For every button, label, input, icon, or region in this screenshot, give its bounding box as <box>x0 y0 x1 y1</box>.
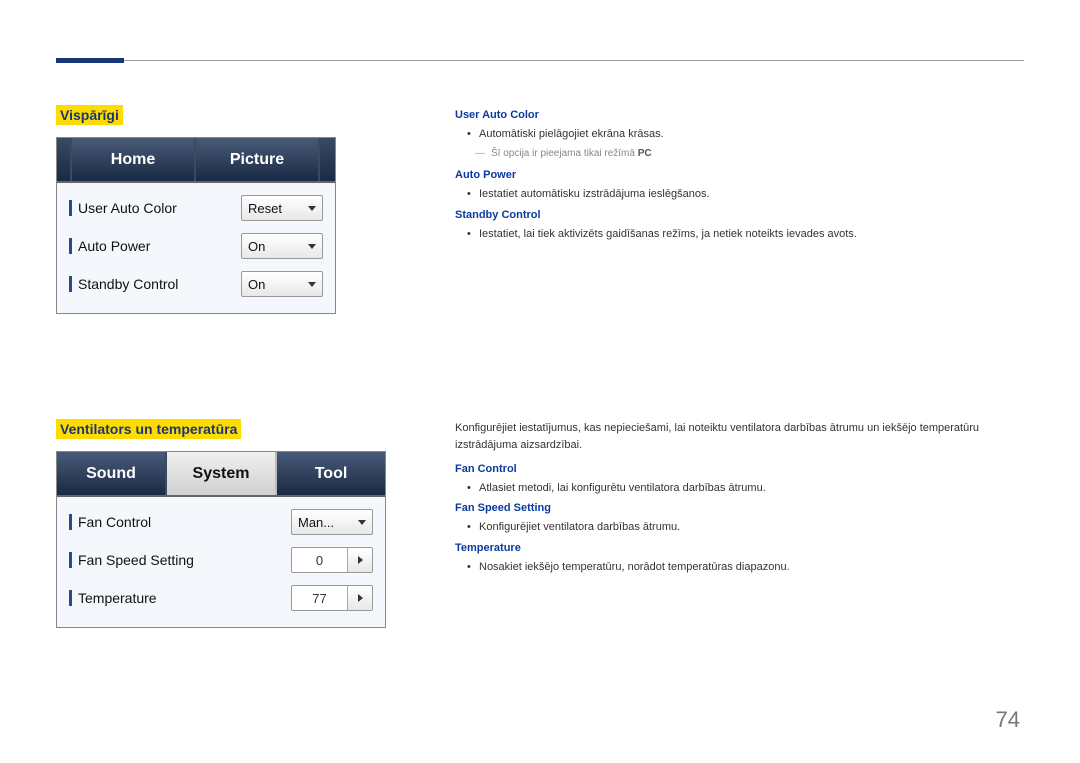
bullet-text: Iestatiet automātisku izstrādājuma ieslē… <box>479 187 1025 202</box>
bullet-text: Atlasiet metodi, lai konfigurētu ventila… <box>479 481 1025 496</box>
dropdown-auto-power[interactable]: On <box>241 233 323 259</box>
tab-tool[interactable]: Tool <box>277 452 385 495</box>
stepper-temperature[interactable]: 77 <box>291 585 373 611</box>
chevron-down-icon <box>308 244 316 249</box>
desc-head-fan-speed: Fan Speed Setting <box>455 502 1025 514</box>
row-label: User Auto Color <box>69 200 241 216</box>
stepper-fan-speed[interactable]: 0 <box>291 547 373 573</box>
chevron-down-icon <box>308 282 316 287</box>
section2-title: Ventilators un temperatūra <box>56 419 241 439</box>
panel-general: Home Picture User Auto Color Reset Auto … <box>56 137 336 314</box>
chevron-down-icon <box>358 520 366 525</box>
dropdown-fan-control[interactable]: Man... <box>291 509 373 535</box>
row-label: Fan Speed Setting <box>69 552 291 568</box>
rows-general: User Auto Color Reset Auto Power On Stan… <box>57 183 335 313</box>
tab-system[interactable]: System <box>167 452 277 495</box>
bullet-text: Iestatiet, lai tiek aktivizēts gaidīšana… <box>479 227 1025 242</box>
bullet-text: Nosakiet iekšējo temperatūru, norādot te… <box>479 560 1025 575</box>
bullet-text: Automātiski pielāgojiet ekrāna krāsas. <box>479 127 1025 142</box>
row-label: Standby Control <box>69 276 241 292</box>
dropdown-value: On <box>248 277 265 292</box>
row-label: Temperature <box>69 590 291 606</box>
stepper-next[interactable] <box>348 548 372 572</box>
dropdown-standby-control[interactable]: On <box>241 271 323 297</box>
tab-sound[interactable]: Sound <box>57 452 167 495</box>
section1-title: Vispārīgi <box>56 105 123 125</box>
panel-fan: Sound System Tool Fan Control Man... Fan… <box>56 451 386 628</box>
tab-picture[interactable]: Picture <box>196 138 320 181</box>
dropdown-value: Reset <box>248 201 282 216</box>
header-accent <box>56 58 124 63</box>
row-temperature: Temperature 77 <box>57 579 385 617</box>
stepper-value: 0 <box>292 548 348 572</box>
row-label: Auto Power <box>69 238 241 254</box>
row-auto-power: Auto Power On <box>57 227 335 265</box>
row-fan-control: Fan Control Man... <box>57 503 385 541</box>
row-user-auto-color: User Auto Color Reset <box>57 189 335 227</box>
stepper-value: 77 <box>292 586 348 610</box>
note-bold: PC <box>638 148 652 159</box>
tab-edge <box>57 138 72 181</box>
note-body: Šī opcija ir pieejama tikai režīmā <box>491 148 638 159</box>
right-column-1: User Auto Color Automātiski pielāgojiet … <box>455 105 1025 248</box>
stepper-next[interactable] <box>348 586 372 610</box>
chevron-right-icon <box>358 594 363 602</box>
desc-head-fan-control: Fan Control <box>455 463 1025 475</box>
section2-wrap: Ventilators un temperatūra Sound System … <box>56 419 396 628</box>
chevron-right-icon <box>358 556 363 564</box>
page-number: 74 <box>996 707 1020 733</box>
dropdown-user-auto-color[interactable]: Reset <box>241 195 323 221</box>
desc-head-standby-control: Standby Control <box>455 209 1025 221</box>
chevron-down-icon <box>308 206 316 211</box>
tabbar-fan: Sound System Tool <box>57 452 385 497</box>
dropdown-value: On <box>248 239 265 254</box>
intro-text: Konfigurējiet iestatījumus, kas nepiecie… <box>455 420 1025 453</box>
rows-fan: Fan Control Man... Fan Speed Setting 0 T… <box>57 497 385 627</box>
tabbar-general: Home Picture <box>57 138 335 183</box>
right-column-2: Konfigurējiet iestatījumus, kas nepiecie… <box>455 420 1025 581</box>
dropdown-value: Man... <box>298 515 334 530</box>
note-text: Šī opcija ir pieejama tikai režīmā PC <box>491 148 1025 159</box>
left-column: Vispārīgi Home Picture User Auto Color R… <box>56 105 396 628</box>
row-standby-control: Standby Control On <box>57 265 335 303</box>
tab-edge <box>320 138 335 181</box>
desc-head-temperature: Temperature <box>455 542 1025 554</box>
header-rule <box>56 60 1024 61</box>
row-label: Fan Control <box>69 514 291 530</box>
tab-home[interactable]: Home <box>72 138 196 181</box>
desc-head-auto-power: Auto Power <box>455 169 1025 181</box>
row-fan-speed: Fan Speed Setting 0 <box>57 541 385 579</box>
bullet-text: Konfigurējiet ventilatora darbības ātrum… <box>479 520 1025 535</box>
desc-head-user-auto-color: User Auto Color <box>455 109 1025 121</box>
